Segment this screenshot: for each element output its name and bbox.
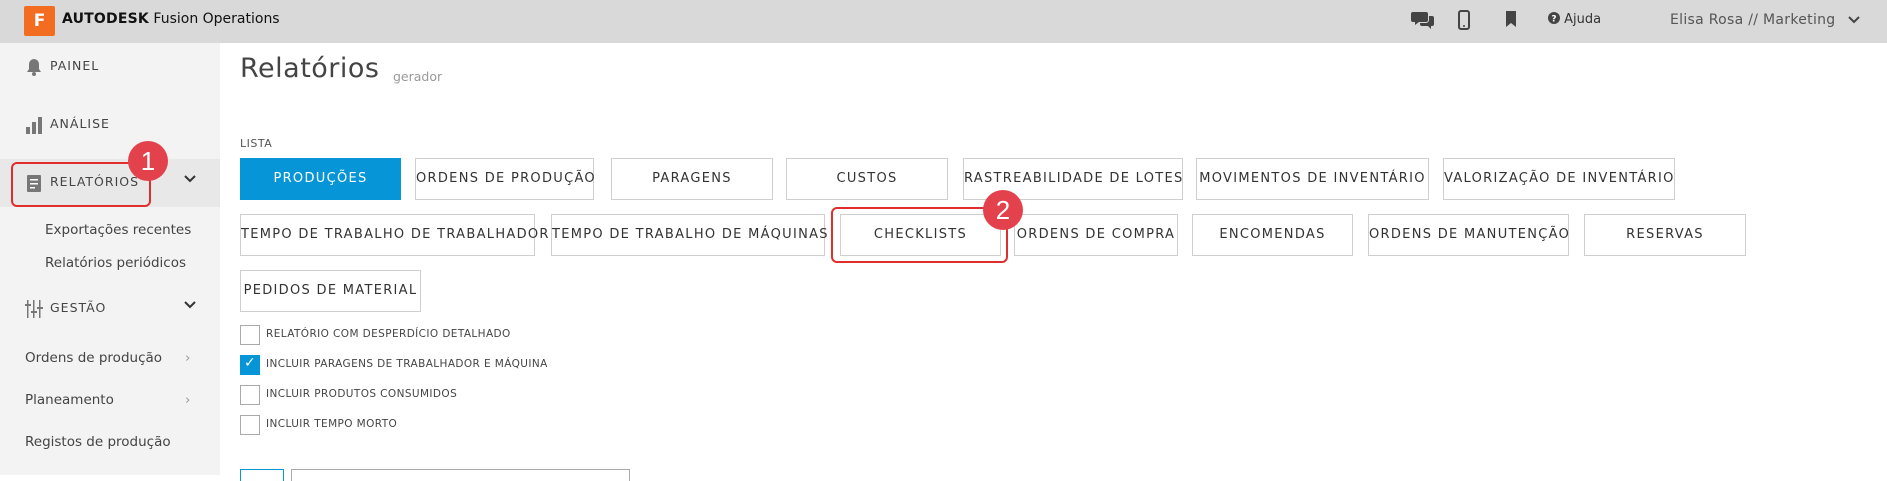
sub-planeamento[interactable]: Planeamento › (25, 392, 190, 408)
sub-planeamento-label: Planeamento (25, 392, 114, 408)
help-icon: ? (1548, 12, 1564, 27)
date-picker-button[interactable] (240, 469, 284, 481)
nav-painel-label: PAINEL (50, 58, 100, 73)
chevron-right-icon: › (185, 350, 191, 366)
consumidos-checkbox[interactable] (240, 385, 260, 405)
top-bar: F AUTODESK Fusion Operations ? Ajuda Eli… (0, 0, 1887, 43)
report-custos-button[interactable]: CUSTOS (786, 158, 948, 200)
sub-exportacoes-recentes[interactable]: Exportações recentes (45, 222, 191, 238)
report-paragens-button[interactable]: PARAGENS (611, 158, 773, 200)
user-menu[interactable]: Elisa Rosa // Marketing (1670, 12, 1860, 28)
sub-registos-producao[interactable]: Registos de produção (25, 434, 171, 450)
step-1-badge: 1 (128, 141, 168, 181)
report-producoes-button[interactable]: PRODUÇÕES (240, 158, 401, 200)
report-movimentos-button[interactable]: MOVIMENTOS DE INVENTÁRIO (1196, 158, 1429, 200)
bar-chart-icon (24, 115, 44, 135)
nav-painel[interactable]: PAINEL (0, 43, 220, 91)
tempo-morto-checkbox[interactable] (240, 415, 260, 435)
brand-bold: AUTODESK (62, 11, 149, 27)
svg-text:?: ? (1551, 15, 1556, 25)
help-link[interactable]: ? Ajuda (1548, 12, 1601, 27)
main-content: Relatórios gerador LISTA PRODUÇÕES ORDEN… (220, 43, 1887, 481)
report-reservas-button[interactable]: RESERVAS (1584, 214, 1746, 256)
help-label: Ajuda (1564, 12, 1602, 27)
report-ordens-compra-button[interactable]: ORDENS DE COMPRA (1014, 214, 1178, 256)
report-ordens-manutencao-button[interactable]: ORDENS DE MANUTENÇÃO (1368, 214, 1569, 256)
list-label: LISTA (240, 137, 273, 150)
chevron-down-icon[interactable] (184, 171, 196, 187)
nav-gestao[interactable]: GESTÃO (0, 285, 220, 333)
report-pedidos-material-button[interactable]: PEDIDOS DE MATERIAL (240, 270, 421, 312)
paragens-label: INCLUIR PARAGENS DE TRABALHADOR E MÁQUIN… (266, 358, 548, 370)
nav-analise-label: ANÁLISE (50, 116, 110, 131)
bookmark-icon[interactable] (1505, 10, 1517, 33)
mobile-icon[interactable] (1458, 10, 1470, 35)
date-range-input[interactable] (291, 469, 630, 481)
sub-ordens-producao-label: Ordens de produção (25, 350, 163, 366)
paragens-checkbox[interactable] (240, 355, 260, 375)
sub-ordens-producao[interactable]: Ordens de produção › (25, 350, 190, 366)
brand-name: AUTODESK Fusion Operations (62, 11, 280, 27)
report-encomendas-button[interactable]: ENCOMENDAS (1192, 214, 1353, 256)
bell-icon (24, 57, 44, 77)
tempo-morto-label: INCLUIR TEMPO MORTO (266, 418, 398, 430)
desperdicio-checkbox[interactable] (240, 325, 260, 345)
chevron-down-icon (1848, 12, 1860, 28)
chevron-right-icon: › (185, 392, 191, 408)
chevron-down-icon[interactable] (184, 297, 196, 313)
fusion-logo: F (24, 6, 55, 36)
page-title: Relatórios (240, 53, 380, 84)
sliders-icon (24, 299, 44, 319)
sub-relatorios-periodicos[interactable]: Relatórios periódicos (45, 255, 186, 271)
desperdicio-label: RELATÓRIO COM DESPERDÍCIO DETALHADO (266, 328, 511, 340)
report-ordens-producao-button[interactable]: ORDENS DE PRODUÇÃO (415, 158, 595, 200)
report-tempo-maquinas-button[interactable]: TEMPO DE TRABALHO DE MÁQUINAS (551, 214, 828, 256)
user-label: Elisa Rosa // Marketing (1670, 12, 1836, 28)
chat-icon[interactable] (1411, 10, 1435, 35)
nav-analise[interactable]: ANÁLISE (0, 101, 220, 149)
report-tempo-trabalhador-button[interactable]: TEMPO DE TRABALHO DE TRABALHADOR (240, 214, 548, 256)
consumidos-label: INCLUIR PRODUTOS CONSUMIDOS (266, 388, 458, 400)
report-valorizacao-button[interactable]: VALORIZAÇÃO DE INVENTÁRIO (1443, 158, 1675, 200)
callout-checklists-highlight (831, 207, 1008, 263)
nav-gestao-label: GESTÃO (50, 300, 107, 315)
sidebar: PAINEL ANÁLISE RELATÓRIOS Exportações re… (0, 43, 220, 475)
brand-rest: Fusion Operations (153, 11, 280, 27)
page-subtitle: gerador (393, 69, 443, 84)
step-2-badge: 2 (983, 190, 1023, 230)
